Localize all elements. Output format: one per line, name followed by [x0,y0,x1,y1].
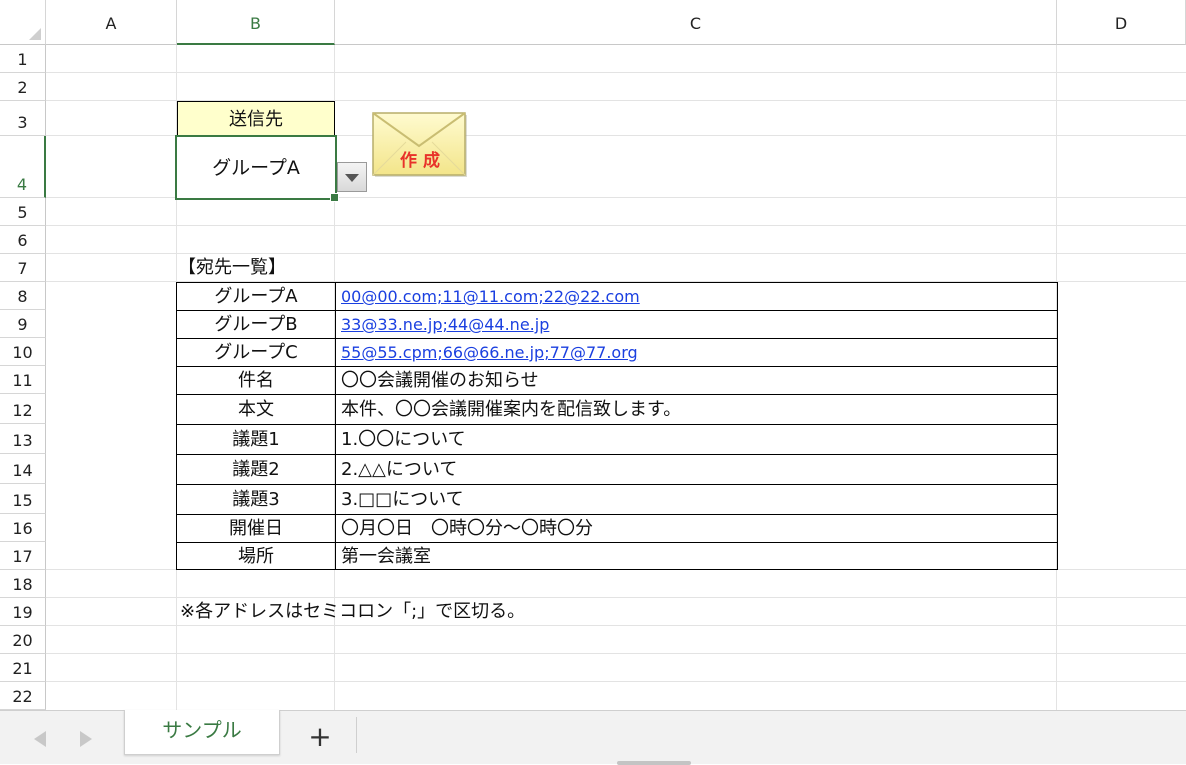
email-link[interactable]: 33@33.ne.jp;44@44.ne.jp [341,315,549,334]
row-header-14[interactable]: 14 [0,454,46,484]
fill-handle[interactable] [330,193,339,202]
row-header-8[interactable]: 8 [0,282,46,310]
table-label-cell[interactable]: 本文 [176,394,336,425]
create-button-label: 作 成 [400,151,440,171]
add-sheet-button[interactable]: + [300,717,340,757]
email-link[interactable]: 00@00.com;11@11.com;22@22.com [341,287,640,306]
select-all-corner[interactable] [0,0,46,45]
table-value-cell[interactable]: 00@00.com;11@11.com;22@22.com [335,282,1058,311]
table-label-cell[interactable]: 議題3 [176,484,336,515]
email-link[interactable]: 55@55.cpm;66@66.ne.jp;77@77.org [341,343,638,362]
column-header-b[interactable]: B [177,0,335,45]
table-value-cell[interactable]: 〇月〇日 〇時〇分～〇時〇分 [335,514,1058,543]
scroll-right-icon[interactable] [80,731,92,747]
row-header-11[interactable]: 11 [0,366,46,394]
sheet-tab-sample[interactable]: サンプル [124,710,280,755]
table-label-cell[interactable]: 件名 [176,366,336,395]
row-header-16[interactable]: 16 [0,514,46,542]
table-value-cell[interactable]: 本件、〇〇会議開催案内を配信致します。 [335,394,1058,425]
table-value-cell[interactable]: 3.□□について [335,484,1058,515]
table-label-cell[interactable]: 開催日 [176,514,336,543]
table-label-cell[interactable]: グループB [176,310,336,339]
recipient-dropdown-cell[interactable]: グループA [175,135,337,200]
row-header-4[interactable]: 4 [0,136,46,198]
column-header-a[interactable]: A [46,0,177,45]
table-label-cell[interactable]: 議題2 [176,454,336,485]
horizontal-scrollbar[interactable] [617,761,691,765]
row-header-3[interactable]: 3 [0,101,46,136]
separator-note[interactable]: ※各アドレスはセミコロン「;」で区切る。 [180,598,525,626]
row-header-6[interactable]: 6 [0,226,46,254]
row-header-22[interactable]: 22 [0,682,46,710]
table-value-cell[interactable]: 33@33.ne.jp;44@44.ne.jp [335,310,1058,339]
table-label-cell[interactable]: 場所 [176,542,336,570]
column-header-c[interactable]: C [335,0,1057,45]
row-header-10[interactable]: 10 [0,338,46,366]
table-label-cell[interactable]: 議題1 [176,424,336,455]
row-header-21[interactable]: 21 [0,654,46,682]
row-header-1[interactable]: 1 [0,45,46,73]
recipient-header-cell[interactable]: 送信先 [177,101,335,136]
row-header-5[interactable]: 5 [0,198,46,226]
list-title: 【宛先一覧】 [178,257,286,278]
column-header-d[interactable]: D [1057,0,1186,45]
dropdown-button[interactable] [337,162,367,192]
row-header-13[interactable]: 13 [0,424,46,454]
table-value-cell[interactable]: 〇〇会議開催のお知らせ [335,366,1058,395]
row-header-2[interactable]: 2 [0,73,46,101]
row-header-17[interactable]: 17 [0,542,46,570]
spreadsheet-grid[interactable]: A B C D 1 2 3 4 5 6 7 8 9 10 11 12 13 14… [0,0,1186,710]
row-header-18[interactable]: 18 [0,570,46,598]
sheet-tab-bar: サンプル + [0,710,1186,765]
row-header-15[interactable]: 15 [0,484,46,514]
row-header-12[interactable]: 12 [0,394,46,424]
table-label-cell[interactable]: グループA [176,282,336,311]
row-header-7[interactable]: 7 [0,254,46,282]
table-value-cell[interactable]: 2.△△について [335,454,1058,485]
table-value-cell[interactable]: 1.〇〇について [335,424,1058,455]
table-value-cell[interactable]: 第一会議室 [335,542,1058,570]
chevron-down-icon [345,174,359,182]
create-mail-button[interactable]: 作 成 [372,112,470,180]
tab-divider [356,717,357,753]
row-header-9[interactable]: 9 [0,310,46,338]
row-header-20[interactable]: 20 [0,626,46,654]
row-header-19[interactable]: 19 [0,598,46,626]
table-value-cell[interactable]: 55@55.cpm;66@66.ne.jp;77@77.org [335,338,1058,367]
table-label-cell[interactable]: グループC [176,338,336,367]
scroll-left-icon[interactable] [34,731,46,747]
